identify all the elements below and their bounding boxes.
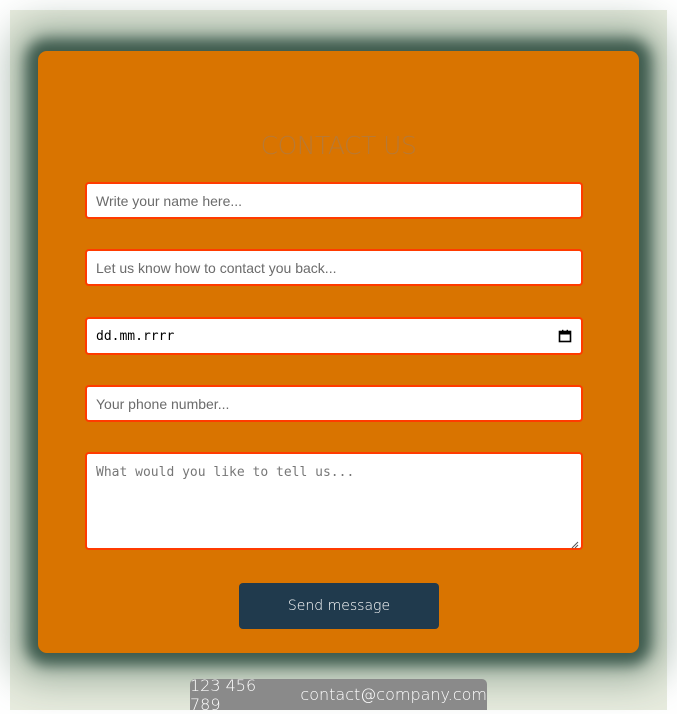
contact-placeholder: Let us know how to contact you back... [96, 259, 337, 276]
date-placeholder: dd.mm.rrrr [96, 328, 175, 344]
calendar-icon[interactable] [558, 329, 572, 343]
resize-handle-icon[interactable] [571, 538, 579, 549]
name-placeholder: Write your name here... [96, 192, 243, 209]
footer-email[interactable]: contact@company.com [300, 685, 487, 704]
send-message-label: Send message [287, 598, 391, 614]
date-input[interactable]: dd.mm.rrrr [85, 317, 583, 355]
message-placeholder: What would you like to tell us... [96, 465, 355, 480]
send-message-button[interactable]: Send message [239, 583, 439, 629]
footer-phone: 123 456 789 [190, 675, 257, 714]
contact-input[interactable]: Let us know how to contact you back... [85, 249, 583, 286]
phone-placeholder: Your phone number... [96, 395, 230, 412]
message-textarea[interactable]: What would you like to tell us... [85, 452, 583, 550]
phone-input[interactable]: Your phone number... [85, 385, 583, 422]
name-input[interactable]: Write your name here... [85, 182, 583, 219]
form-title: CONTACT US [260, 131, 417, 160]
footer-contact-bar: 123 456 789 contact@company.com [190, 676, 487, 714]
